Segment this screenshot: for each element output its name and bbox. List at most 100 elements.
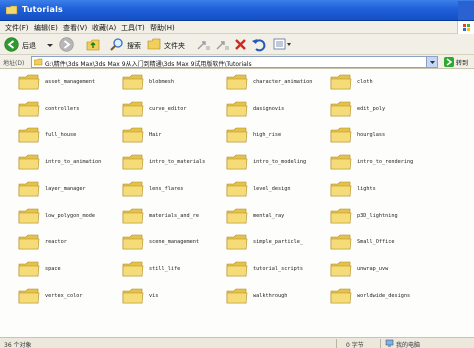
folder-item[interactable]: mental_ray [208, 207, 312, 229]
folder-item[interactable]: cloth [312, 73, 416, 95]
menu-help[interactable]: 帮助(H) [150, 23, 175, 33]
folder-name: hourglass [357, 132, 386, 139]
folder-item[interactable]: level_design [208, 180, 312, 202]
folder-name: character_animation [253, 79, 313, 85]
folder-item[interactable]: space [0, 260, 104, 282]
folder-item[interactable]: blobmesh [104, 73, 208, 95]
folder-item[interactable]: vis [104, 287, 208, 309]
undo-icon[interactable] [251, 37, 266, 52]
folder-item[interactable]: intro_to_modeling [208, 153, 312, 175]
folder-icon [18, 181, 40, 197]
folder-item[interactable]: intro_to_materials [104, 153, 208, 175]
folder-item[interactable]: lens_flares [104, 180, 208, 202]
folder-item[interactable]: intro_to_rendering [312, 153, 416, 175]
folder-name: layer_manager [45, 185, 86, 192]
menu-favorites[interactable]: 收藏(A) [92, 23, 116, 33]
folder-item[interactable]: low_polygon_mode [0, 207, 104, 229]
folder-icon [122, 288, 144, 303]
chevron-down-icon[interactable] [46, 37, 54, 52]
back-arrow-icon[interactable] [4, 37, 19, 52]
folder-item[interactable]: full_house [0, 126, 104, 148]
folder-item[interactable]: simple_particle_ [208, 233, 312, 255]
file-list[interactable]: asset_management blobmesh character_animat… [0, 69, 474, 337]
folder-item[interactable]: dasignovis [208, 100, 312, 122]
folder-item[interactable]: controllers [0, 100, 104, 122]
folder-icon [122, 128, 144, 143]
folder-item[interactable]: unwrap_uvw [312, 260, 416, 282]
search-icon[interactable] [109, 37, 124, 52]
status-divider [336, 339, 337, 348]
folder-item[interactable]: vertex_color [0, 287, 104, 309]
folder-name: simple_particle_ [253, 239, 303, 246]
delete-icon[interactable] [233, 37, 248, 52]
menu-view[interactable]: 查看(V) [63, 23, 87, 33]
status-bar: 36 个对象 0 字节 我的电脑 [0, 337, 474, 348]
folder-icon [330, 128, 352, 143]
search-button-label[interactable]: 搜索 [127, 41, 141, 51]
folder-name: blobmesh [149, 79, 174, 85]
address-path: G:\精件\3ds Max\3ds Max 9从入门到精通\3ds Max 9试… [45, 61, 252, 68]
folder-icon [122, 208, 144, 223]
folder-item[interactable]: curve_editor [104, 100, 208, 122]
folder-name: cloth [357, 79, 373, 85]
folder-item[interactable]: scene_management [104, 233, 208, 255]
status-object-count: 36 个对象 [4, 342, 32, 348]
folder-item[interactable]: lights [312, 180, 416, 202]
folders-icon[interactable] [147, 37, 162, 52]
go-button-label[interactable]: 转到 [456, 58, 468, 67]
folder-name: vis [149, 292, 159, 299]
folder-name: walkthrough [253, 292, 288, 299]
up-folder-icon[interactable] [86, 37, 101, 52]
address-bar: 地址(D) G:\精件\3ds Max\3ds Max 9从入门到精通\3ds … [0, 55, 474, 69]
go-arrow-icon[interactable] [444, 57, 454, 67]
folder-icon [18, 128, 40, 143]
folder-name: still_life [149, 265, 181, 272]
window-controls[interactable] [458, 1, 474, 20]
folder-name: space [45, 265, 61, 272]
folder-name: reactor [45, 239, 67, 246]
folder-item[interactable]: intro_to_animation [0, 153, 104, 175]
folder-item[interactable]: hourglass [312, 126, 416, 148]
folder-item[interactable]: tutorial_scripts [208, 260, 312, 282]
folder-item[interactable]: edit_poly [312, 100, 416, 122]
address-input[interactable]: G:\精件\3ds Max\3ds Max 9从入门到精通\3ds Max 9试… [31, 56, 438, 68]
folder-item[interactable]: worldwide_designs [312, 287, 416, 309]
status-location: 我的电脑 [396, 342, 421, 348]
folder-item[interactable]: p3D_lightning [312, 207, 416, 229]
folder-icon [226, 288, 248, 303]
menu-file[interactable]: 文件(F) [5, 23, 29, 33]
folder-item[interactable]: materials_and_re [104, 207, 208, 229]
move-to-icon[interactable] [196, 37, 211, 52]
folder-item[interactable]: layer_manager [0, 180, 104, 202]
folder-name: materials_and_re [149, 212, 199, 219]
explorer-window: Tutorials 文件(F) 编辑(E) 查看(V) 收藏(A) 工具(T) … [0, 0, 474, 348]
folder-icon [330, 288, 352, 303]
folders-button-label[interactable]: 文件夹 [164, 41, 185, 51]
menu-bar: 文件(F) 编辑(E) 查看(V) 收藏(A) 工具(T) 帮助(H) [0, 21, 474, 34]
folder-item[interactable]: asset_management [0, 73, 104, 95]
folder-name: unwrap_uvw [357, 265, 389, 272]
folder-name: asset_management [45, 79, 95, 85]
folder-item[interactable]: walkthrough [208, 287, 312, 309]
folder-icon [226, 234, 248, 250]
folder-icon [122, 261, 144, 277]
folder-item[interactable]: Small_Office [312, 233, 416, 255]
folder-icon [34, 58, 43, 66]
menu-edit[interactable]: 编辑(E) [34, 23, 58, 33]
copy-to-icon[interactable] [215, 37, 230, 52]
folder-item[interactable]: Hair [104, 126, 208, 148]
title-bar[interactable]: Tutorials [0, 0, 474, 21]
views-icon[interactable] [273, 37, 293, 52]
folder-name: high_rise [253, 132, 282, 139]
folder-name: lights [357, 185, 376, 192]
forward-arrow-icon[interactable] [59, 37, 74, 52]
folder-icon [330, 208, 352, 223]
folder-item[interactable]: character_animation [208, 73, 312, 95]
folder-item[interactable]: reactor [0, 233, 104, 255]
folder-item[interactable]: high_rise [208, 126, 312, 148]
folder-item[interactable]: still_life [104, 260, 208, 282]
menu-tools[interactable]: 工具(T) [121, 23, 145, 33]
chevron-down-icon[interactable] [426, 57, 437, 67]
folder-name: full_house [45, 132, 77, 139]
back-button-label[interactable]: 后退 [22, 41, 36, 51]
